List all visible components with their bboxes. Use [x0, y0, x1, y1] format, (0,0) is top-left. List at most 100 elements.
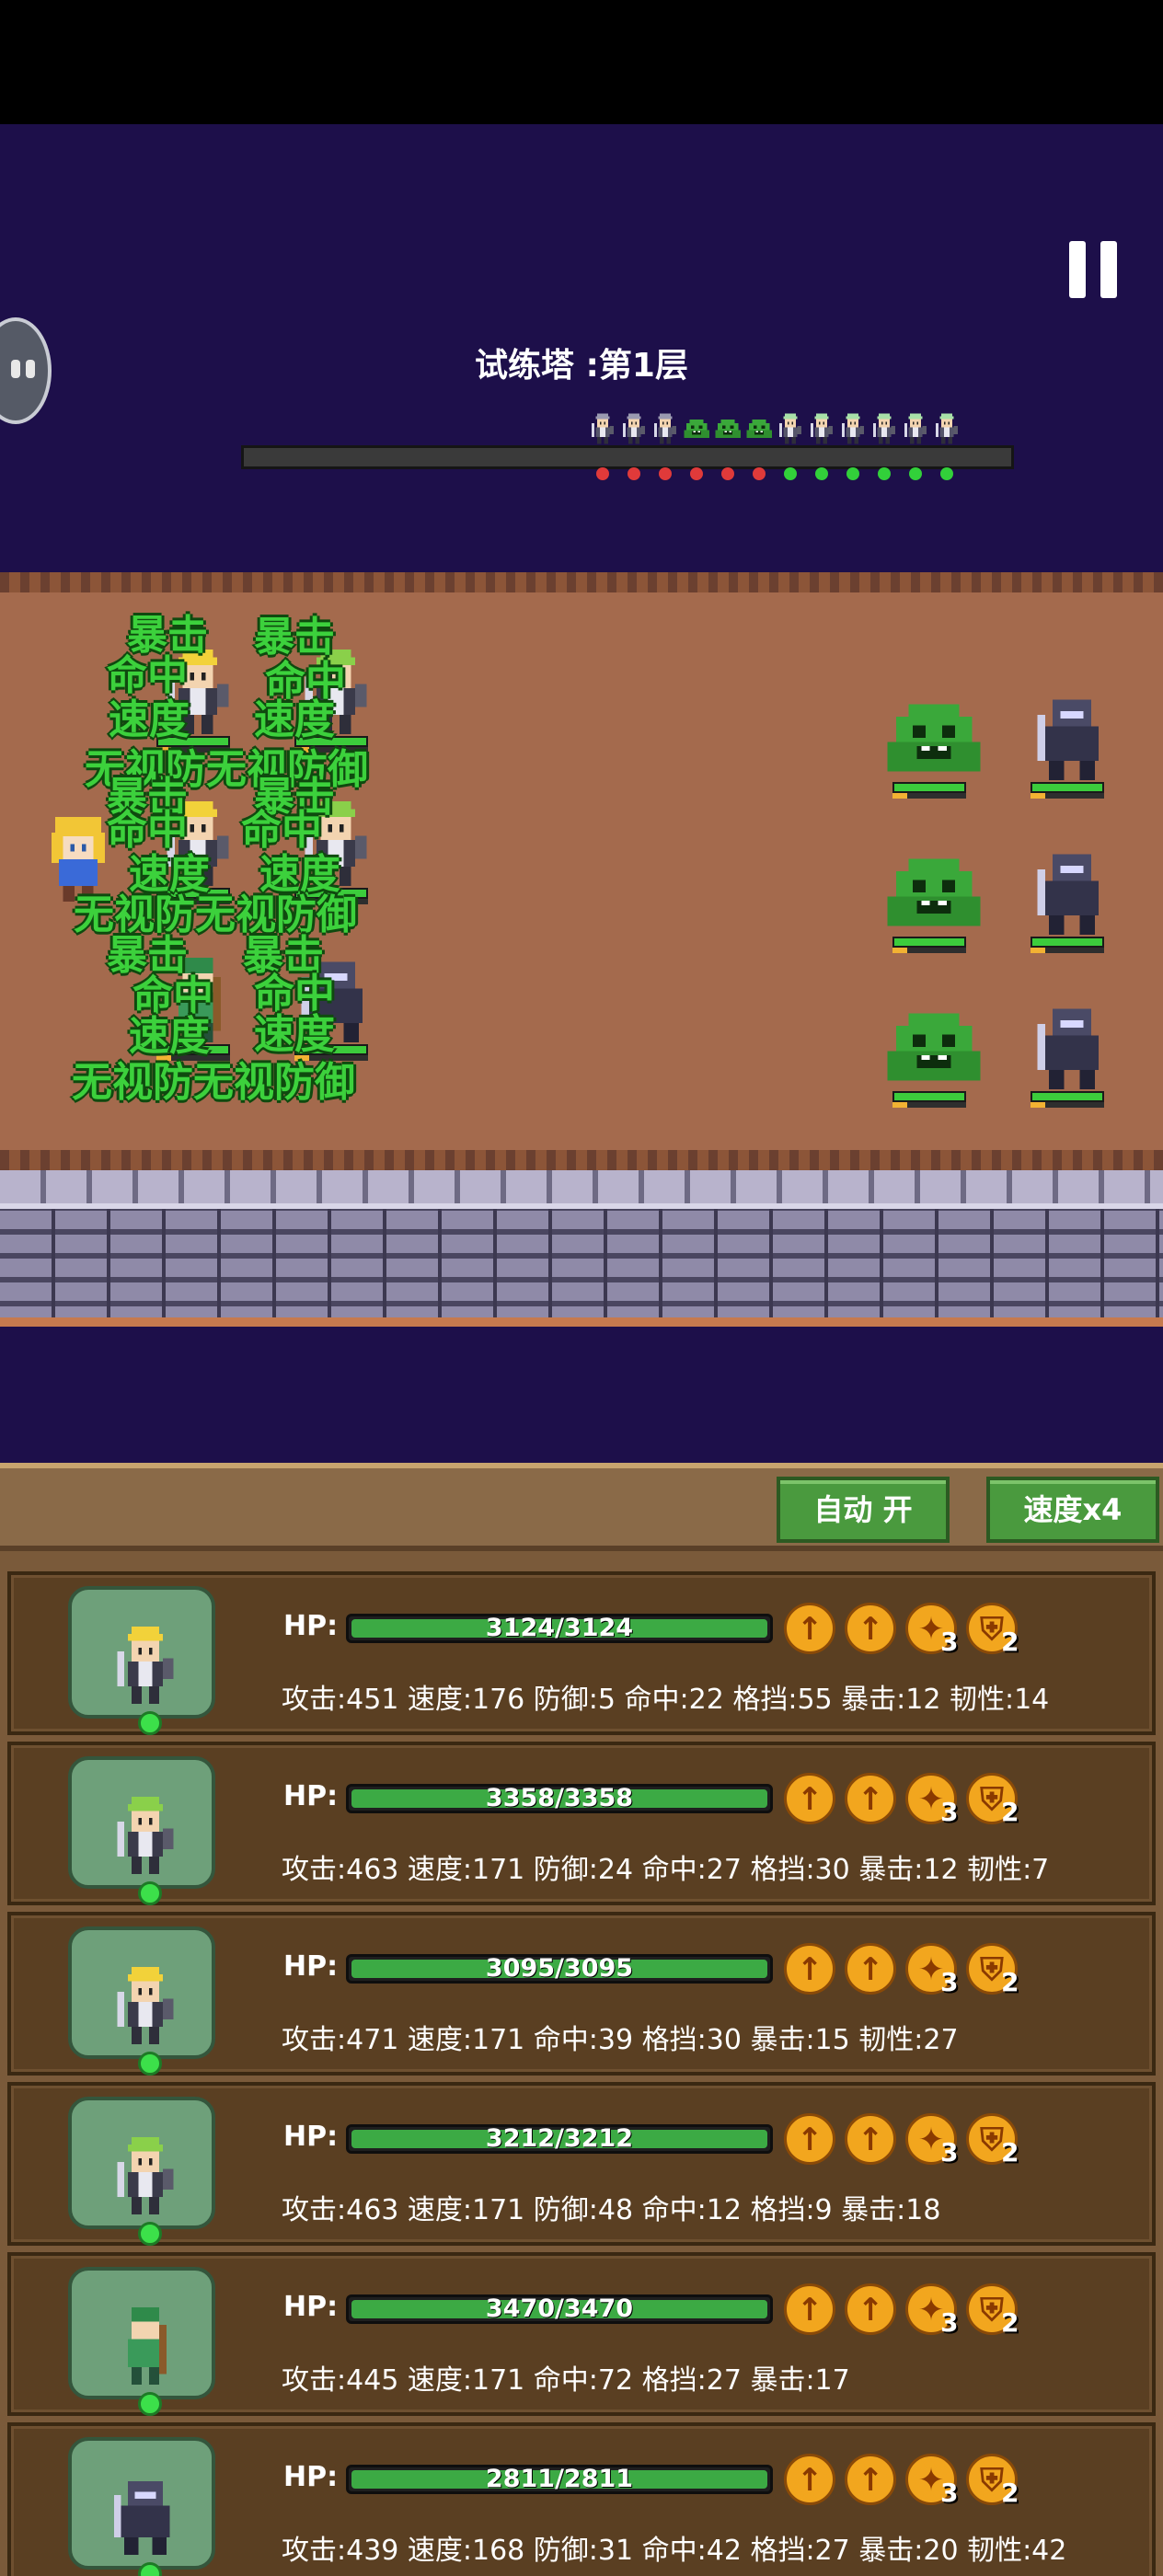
unit-hp-bar: [892, 782, 966, 793]
hp-value: 2811/2811: [485, 2465, 634, 2493]
progress-ally-icon: [777, 410, 804, 447]
unit-hp-bar: [1031, 1091, 1104, 1102]
hp-label: HP:: [283, 1950, 339, 1983]
hero-stats: 攻击:439 速度:168 防御:31 命中:42 格挡:27 暴击:20 韧性…: [282, 2535, 1067, 2567]
progress-marker-dot: [628, 467, 640, 480]
attack-up-icon[interactable]: ↑: [784, 2283, 835, 2335]
enemy-shadow-knight: [1021, 846, 1123, 957]
hero-row[interactable]: HP: 3358/3358 ↑ ↑ ✦ ⛨ 3 2 攻击:463 速度:171 防御:…: [7, 1742, 1156, 1905]
shield-count: 2: [1001, 1627, 1019, 1657]
shield-count: 2: [1001, 1797, 1019, 1827]
status-dot: [138, 2392, 162, 2416]
hp-label: HP:: [283, 2291, 339, 2323]
status-bar: [0, 0, 1163, 124]
progress-unit-markers: [589, 410, 966, 484]
skill-icons: ↑ ↑ ✦ ⛨ 3 2: [784, 1773, 1060, 1828]
defense-up-icon[interactable]: ↑: [845, 2113, 896, 2165]
status-dot: [138, 2222, 162, 2246]
skill-count: 3: [940, 2137, 959, 2168]
defense-up-icon[interactable]: ↑: [845, 2283, 896, 2335]
attack-up-icon[interactable]: ↑: [784, 1773, 835, 1824]
progress-marker-dot: [878, 467, 891, 480]
progress-marker-dot: [846, 467, 859, 480]
hero-row[interactable]: HP: 3470/3470 ↑ ↑ ✦ ⛨ 3 2 攻击:445 速度:171 命中:…: [7, 2252, 1156, 2416]
hero-hp-bar: 3358/3358: [346, 1784, 773, 1813]
enemy-shadow-knight: [1021, 692, 1123, 802]
progress-ally-icon: [870, 410, 898, 447]
attack-up-icon[interactable]: ↑: [784, 2454, 835, 2505]
hero-portrait[interactable]: [68, 1756, 215, 1889]
progress-marker-dot: [784, 467, 797, 480]
progress-marker-dot: [909, 467, 922, 480]
progress-marker-dot: [596, 467, 609, 480]
defense-up-icon[interactable]: ↑: [845, 1943, 896, 1995]
hero-hp-bar: 3124/3124: [346, 1614, 773, 1643]
speed-button[interactable]: 速度x4: [986, 1477, 1159, 1543]
progress-ally-icon: [839, 410, 867, 447]
hero-hp-bar: 3212/3212: [346, 2124, 773, 2154]
skill-count: 3: [940, 1627, 959, 1657]
skill-icons: ↑ ↑ ✦ ⛨ 3 2: [784, 2113, 1060, 2168]
hero-row[interactable]: HP: 3124/3124 ↑ ↑ ✦ ⛨ 3 2 攻击:451 速度:176 防御:…: [7, 1571, 1156, 1735]
shield-count: 2: [1001, 2307, 1019, 2338]
defense-up-icon[interactable]: ↑: [845, 1773, 896, 1824]
enemy-slime: [883, 1001, 985, 1111]
skill-count: 3: [940, 1797, 959, 1827]
unit-energy-bar: [1031, 948, 1104, 953]
attack-up-icon[interactable]: ↑: [784, 1943, 835, 1995]
unit-hp-bar: [892, 937, 966, 948]
hero-portrait[interactable]: [68, 1586, 215, 1719]
progress-marker-dot: [940, 467, 953, 480]
stage-title: 试练塔 :第1层: [475, 347, 688, 385]
hero-stats: 攻击:445 速度:171 命中:72 格挡:27 暴击:17: [282, 2364, 850, 2397]
unit-hp-bar: [1031, 782, 1104, 793]
unit-hp-bar: [892, 1091, 966, 1102]
hero-portrait[interactable]: [68, 2267, 215, 2399]
hero-stats: 攻击:471 速度:171 命中:39 格挡:30 暴击:15 韧性:27: [282, 2024, 959, 2056]
defense-up-icon[interactable]: ↑: [845, 2454, 896, 2505]
skill-icons: ↑ ↑ ✦ ⛨ 3 2: [784, 1943, 1060, 1998]
hero-row[interactable]: HP: 3095/3095 ↑ ↑ ✦ ⛨ 3 2 攻击:471 速度:171 命中:…: [7, 1912, 1156, 2076]
hp-value: 3095/3095: [485, 1954, 634, 1983]
hp-value: 3358/3358: [485, 1784, 634, 1812]
hero-portrait[interactable]: [68, 2097, 215, 2229]
hero-row[interactable]: HP: 2811/2811 ↑ ↑ ✦ ⛨ 3 2 攻击:439 速度:168 防御:…: [7, 2422, 1156, 2576]
shield-count: 2: [1001, 2137, 1019, 2168]
hp-value: 3124/3124: [485, 1614, 634, 1642]
skill-count: 3: [940, 1967, 959, 1997]
progress-marker-dot: [815, 467, 828, 480]
attack-up-icon[interactable]: ↑: [784, 2113, 835, 2165]
unit-energy-bar: [892, 1102, 966, 1108]
pause-icon[interactable]: [1067, 241, 1119, 298]
hero-portrait[interactable]: [68, 1926, 215, 2059]
progress-enemy-icon: [589, 410, 616, 447]
progress-marker-dot: [690, 467, 703, 480]
hero-list: HP: 3124/3124 ↑ ↑ ✦ ⛨ 3 2 攻击:451 速度:176 防御:…: [0, 1551, 1163, 2576]
progress-marker-dot: [753, 467, 766, 480]
defense-up-icon[interactable]: ↑: [845, 1603, 896, 1654]
combat-text: 无视防无视防御: [72, 1059, 355, 1106]
hero-row[interactable]: HP: 3212/3212 ↑ ↑ ✦ ⛨ 3 2 攻击:463 速度:171 防御:…: [7, 2082, 1156, 2246]
progress-enemy-icon: [683, 410, 710, 447]
unit-energy-bar: [1031, 793, 1104, 799]
progress-enemy-icon: [620, 410, 648, 447]
hp-value: 3212/3212: [485, 2124, 634, 2153]
hp-label: HP:: [283, 1780, 339, 1812]
progress-ally-icon: [808, 410, 835, 447]
auto-toggle-button[interactable]: 自动 开: [777, 1477, 950, 1543]
unit-energy-bar: [892, 948, 966, 953]
hp-label: HP:: [283, 2121, 339, 2153]
hero-hp-bar: 3095/3095: [346, 1954, 773, 1984]
progress-marker-dot: [721, 467, 734, 480]
hero-hp-bar: 3470/3470: [346, 2294, 773, 2324]
progress-enemy-icon: [745, 410, 773, 447]
skill-count: 3: [940, 2307, 959, 2338]
progress-enemy-icon: [714, 410, 742, 447]
attack-up-icon[interactable]: ↑: [784, 1603, 835, 1654]
progress-marker-dot: [659, 467, 672, 480]
hero-portrait[interactable]: [68, 2437, 215, 2570]
hp-value: 3470/3470: [485, 2294, 634, 2323]
status-dot: [138, 1881, 162, 1905]
skill-count: 3: [940, 2478, 959, 2508]
progress-enemy-icon: [651, 410, 679, 447]
